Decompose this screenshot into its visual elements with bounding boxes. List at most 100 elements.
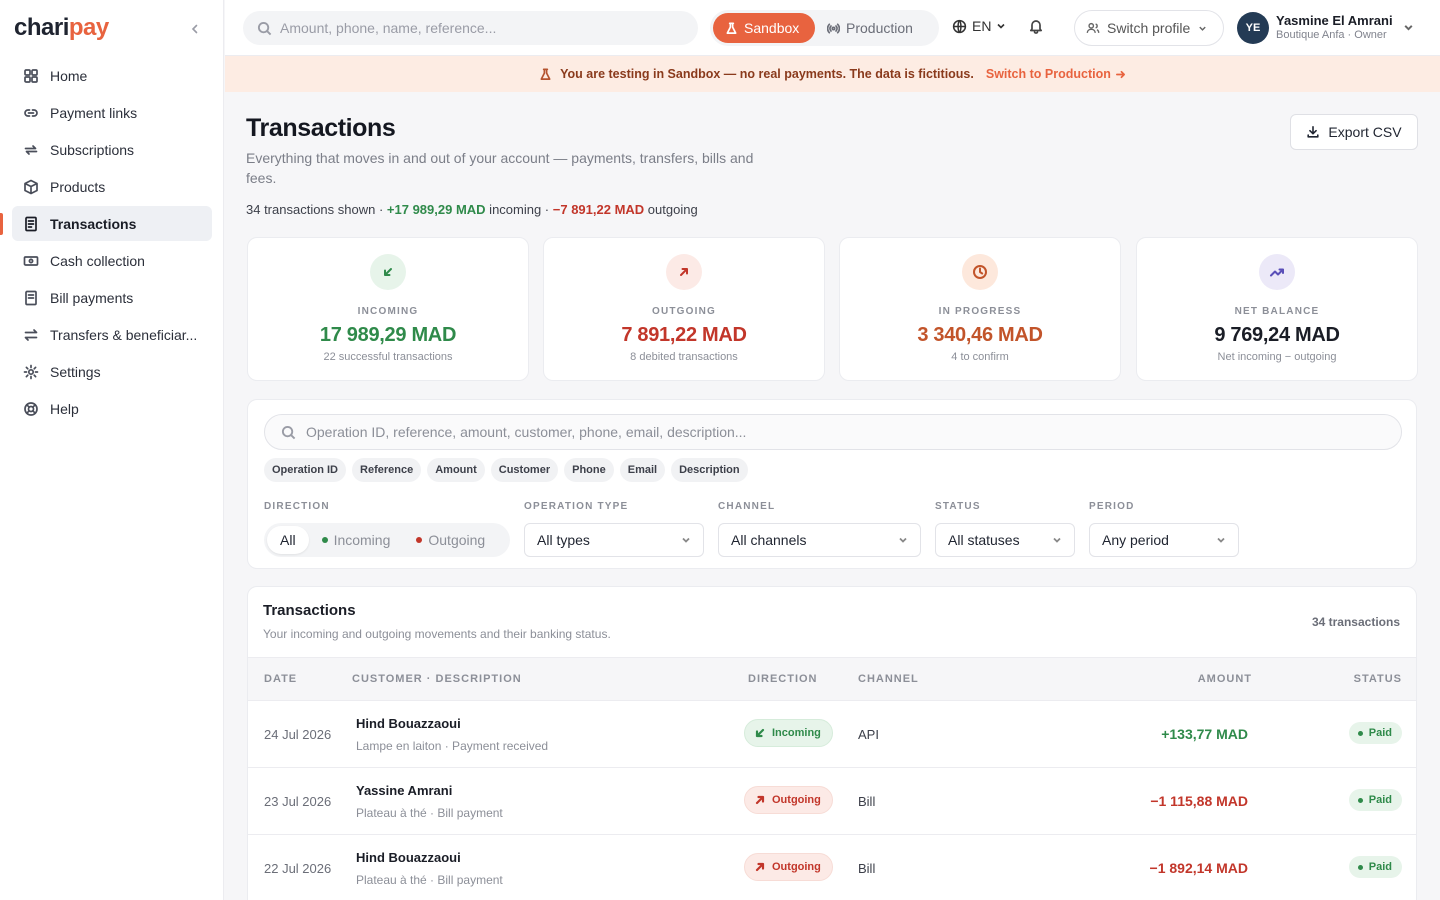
chevron-down-icon: [1053, 537, 1061, 543]
bill-icon: [25, 290, 37, 305]
row-status-badge: Paid: [1348, 722, 1402, 744]
sidebar: charipay Home Payment links Subscription…: [0, 0, 224, 900]
switch-to-production-link[interactable]: Switch to Production: [986, 67, 1126, 81]
language-selector[interactable]: EN: [952, 18, 1006, 34]
operation-type-value: All types: [537, 532, 590, 548]
sidebar-item-subscriptions[interactable]: Subscriptions: [12, 132, 212, 167]
summary-incoming-amount: +17 989,29 MAD: [386, 202, 486, 217]
box-icon: [24, 179, 38, 194]
export-label: Export CSV: [1328, 124, 1402, 140]
avatar[interactable]: YE: [1237, 12, 1269, 44]
sidebar-item-products[interactable]: Products: [12, 169, 212, 204]
row-amount: −1 115,88 MAD: [1150, 793, 1248, 809]
user-role: Boutique Anfa · Owner: [1276, 29, 1387, 41]
sidebar-item-transfers[interactable]: Transfers & beneficiar...: [12, 317, 212, 352]
status-value: All statuses: [948, 532, 1020, 548]
direction-outgoing-button[interactable]: Outgoing: [403, 526, 498, 554]
sidebar-item-transactions[interactable]: Transactions: [12, 206, 212, 241]
status-dot: [1357, 864, 1363, 870]
summary-incoming-label: incoming ·: [485, 202, 553, 217]
chip-amount[interactable]: Amount: [427, 458, 485, 482]
column-status[interactable]: STATUS: [1354, 673, 1402, 685]
row-amount: −1 892,14 MAD: [1149, 860, 1248, 876]
topbar: Sandbox Production EN Switch profile YE …: [225, 0, 1440, 56]
stat-label: IN PROGRESS: [938, 306, 1022, 317]
user-info[interactable]: Yasmine El Amrani Boutique Anfa · Owner: [1276, 13, 1393, 41]
direction-incoming-button[interactable]: Incoming: [309, 526, 404, 554]
period-value: Any period: [1102, 532, 1169, 548]
row-description: Lampe en laiton · Payment received: [356, 739, 549, 753]
switch-profile-button[interactable]: Switch profile: [1074, 10, 1224, 46]
table-count: 34 transactions: [1311, 615, 1400, 629]
brand-logo[interactable]: charipay: [14, 14, 109, 42]
row-date: 22 Jul 2026: [264, 861, 332, 876]
sidebar-item-payment-links[interactable]: Payment links: [12, 95, 212, 130]
table-row[interactable]: 24 Jul 2026 Hind Bouazzaoui Lampe en lai…: [248, 701, 1416, 768]
sandbox-banner: You are testing in Sandbox — no real pay…: [225, 56, 1440, 92]
column-customer[interactable]: CUSTOMER · DESCRIPTION: [352, 673, 522, 685]
stat-sub: 22 successful transactions: [323, 351, 453, 363]
link-icon: [24, 108, 38, 117]
row-channel: Bill: [858, 794, 876, 809]
status-select[interactable]: All statuses: [935, 523, 1075, 557]
table-title: Transactions: [263, 602, 356, 619]
row-status-badge: Paid: [1348, 856, 1402, 878]
sidebar-item-bill-payments[interactable]: Bill payments: [12, 280, 212, 315]
sidebar-item-label: Help: [50, 400, 79, 417]
operations-search-input[interactable]: [306, 424, 1386, 440]
column-channel[interactable]: CHANNEL: [858, 673, 919, 685]
global-search[interactable]: [243, 11, 698, 45]
chevron-down-icon[interactable]: [1403, 22, 1414, 33]
summary-outgoing-label: outgoing: [644, 202, 698, 217]
sidebar-item-label: Cash collection: [50, 252, 145, 269]
users-icon: [1086, 22, 1100, 33]
chip-phone[interactable]: Phone: [564, 458, 614, 482]
stat-icon-wrap: [962, 254, 998, 290]
direction-all-button[interactable]: All: [267, 526, 309, 554]
sidebar-item-label: Transfers & beneficiar...: [50, 326, 198, 343]
operation-type-select[interactable]: All types: [524, 523, 704, 557]
sidebar-item-cash-collection[interactable]: Cash collection: [12, 243, 212, 278]
stat-value: 7 891,22 MAD: [621, 324, 747, 346]
chevron-down-icon: [682, 537, 690, 543]
chip-reference[interactable]: Reference: [352, 458, 422, 482]
table-row[interactable]: 23 Jul 2026 Yassine Amrani Plateau à thé…: [248, 768, 1416, 835]
table-header: DATE CUSTOMER · DESCRIPTION DIRECTION CH…: [248, 657, 1416, 701]
operations-search[interactable]: [264, 414, 1402, 450]
row-direction-label: Outgoing: [772, 861, 821, 873]
row-description: Plateau à thé · Bill payment: [356, 873, 503, 887]
notifications-button[interactable]: [1028, 18, 1046, 36]
chip-description[interactable]: Description: [671, 458, 748, 482]
channel-value: All channels: [731, 532, 807, 548]
arrow-up-right-icon: [755, 795, 765, 805]
chip-operation-id[interactable]: Operation ID: [264, 458, 347, 482]
row-status-badge: Paid: [1348, 789, 1402, 811]
row-date: 24 Jul 2026: [264, 727, 332, 742]
sidebar-item-help[interactable]: Help: [12, 391, 212, 426]
sandbox-button[interactable]: Sandbox: [713, 13, 815, 43]
stat-sub: Net incoming − outgoing: [1217, 351, 1337, 363]
global-search-input[interactable]: [280, 20, 680, 36]
collapse-sidebar-button[interactable]: [186, 20, 204, 38]
gear-icon: [23, 364, 39, 379]
table-row[interactable]: 22 Jul 2026 Hind Bouazzaoui Plateau à th…: [248, 835, 1416, 900]
sidebar-item-settings[interactable]: Settings: [12, 354, 212, 389]
chip-email[interactable]: Email: [619, 458, 666, 482]
column-date[interactable]: DATE: [264, 673, 297, 685]
production-button[interactable]: Production: [815, 13, 925, 43]
period-select[interactable]: Any period: [1089, 523, 1239, 557]
incoming-dot: [321, 537, 328, 543]
export-csv-button[interactable]: Export CSV: [1290, 114, 1418, 150]
user-name: Yasmine El Amrani: [1276, 13, 1393, 28]
row-direction-badge: Outgoing: [744, 853, 833, 881]
chevron-down-icon: [1199, 26, 1206, 31]
search-icon: [257, 21, 272, 35]
column-amount[interactable]: AMOUNT: [1198, 673, 1252, 685]
column-direction[interactable]: DIRECTION: [748, 673, 818, 685]
chip-customer[interactable]: Customer: [490, 458, 559, 482]
channel-select[interactable]: All channels: [718, 523, 921, 557]
broadcast-icon: [827, 22, 840, 34]
sidebar-item-home[interactable]: Home: [12, 58, 212, 93]
chevron-down-icon: [997, 23, 1006, 29]
row-direction-badge: Incoming: [744, 719, 833, 747]
